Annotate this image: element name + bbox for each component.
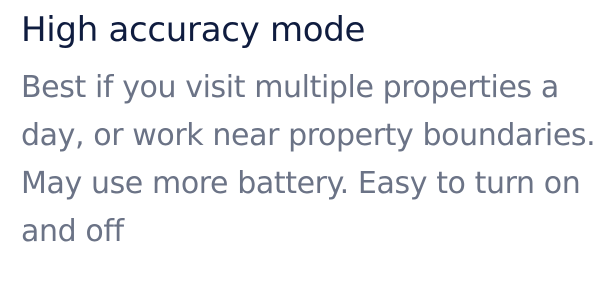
setting-description: Best if you visit multiple properties a …	[21, 70, 596, 249]
setting-title: High accuracy mode	[21, 10, 366, 50]
high-accuracy-mode-setting: High accuracy mode Best if you visit mul…	[21, 4, 606, 256]
